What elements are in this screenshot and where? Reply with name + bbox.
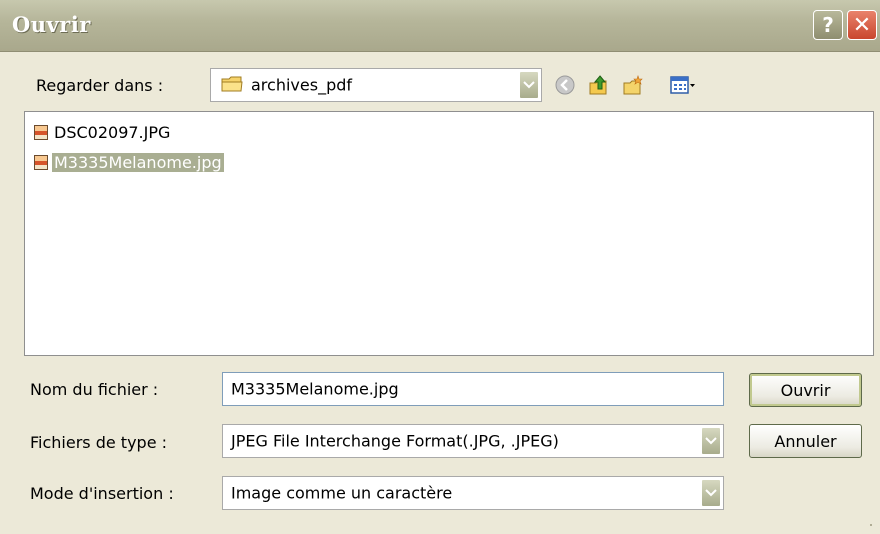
filename-label: Nom du fichier : xyxy=(30,380,159,399)
lookin-label: Regarder dans : xyxy=(36,76,164,95)
title-bar[interactable]: Ouvrir ? ✕ xyxy=(0,0,880,52)
filetype-value: JPEG File Interchange Format(.JPG, .JPEG… xyxy=(231,431,559,451)
new-folder-icon[interactable] xyxy=(622,74,644,96)
insertmode-value: Image comme un caractère xyxy=(231,483,453,503)
filetype-combobox[interactable]: JPEG File Interchange Format(.JPG, .JPEG… xyxy=(222,424,724,458)
list-item[interactable]: DSC02097.JPG xyxy=(34,121,172,143)
filetype-label: Fichiers de type : xyxy=(30,433,168,452)
back-arrow-icon[interactable] xyxy=(554,74,576,96)
image-file-icon xyxy=(34,154,48,170)
chevron-down-icon xyxy=(705,489,717,497)
file-name: M3335Melanome.jpg xyxy=(52,152,224,172)
insertmode-combobox[interactable]: Image comme un caractère xyxy=(222,476,724,510)
close-button[interactable]: ✕ xyxy=(847,10,877,40)
lookin-value: archives_pdf xyxy=(251,75,353,95)
up-folder-icon[interactable] xyxy=(588,74,610,96)
help-button[interactable]: ? xyxy=(813,10,843,40)
open-button[interactable]: Ouvrir xyxy=(749,373,862,407)
views-menu-icon[interactable] xyxy=(670,74,696,96)
window-title: Ouvrir xyxy=(12,12,91,37)
list-item-selected[interactable]: M3335Melanome.jpg xyxy=(34,151,224,173)
filename-input[interactable]: M3335Melanome.jpg xyxy=(222,372,724,406)
file-name: DSC02097.JPG xyxy=(54,122,171,142)
image-file-icon xyxy=(34,124,48,140)
lookin-combobox[interactable]: archives_pdf xyxy=(210,68,542,102)
file-list[interactable]: DSC02097.JPG M3335Melanome.jpg xyxy=(24,111,874,356)
cancel-button[interactable]: Annuler xyxy=(749,424,862,458)
chevron-down-icon xyxy=(705,437,717,445)
filename-value: M3335Melanome.jpg xyxy=(231,379,399,399)
folder-icon xyxy=(221,76,243,92)
insertmode-label: Mode d'insertion : xyxy=(30,484,174,503)
filetype-dropdown-button[interactable] xyxy=(701,427,721,455)
chevron-down-icon xyxy=(523,81,535,89)
lookin-dropdown-button[interactable] xyxy=(519,71,539,99)
insertmode-dropdown-button[interactable] xyxy=(701,479,721,507)
resize-grip[interactable] xyxy=(870,524,872,526)
